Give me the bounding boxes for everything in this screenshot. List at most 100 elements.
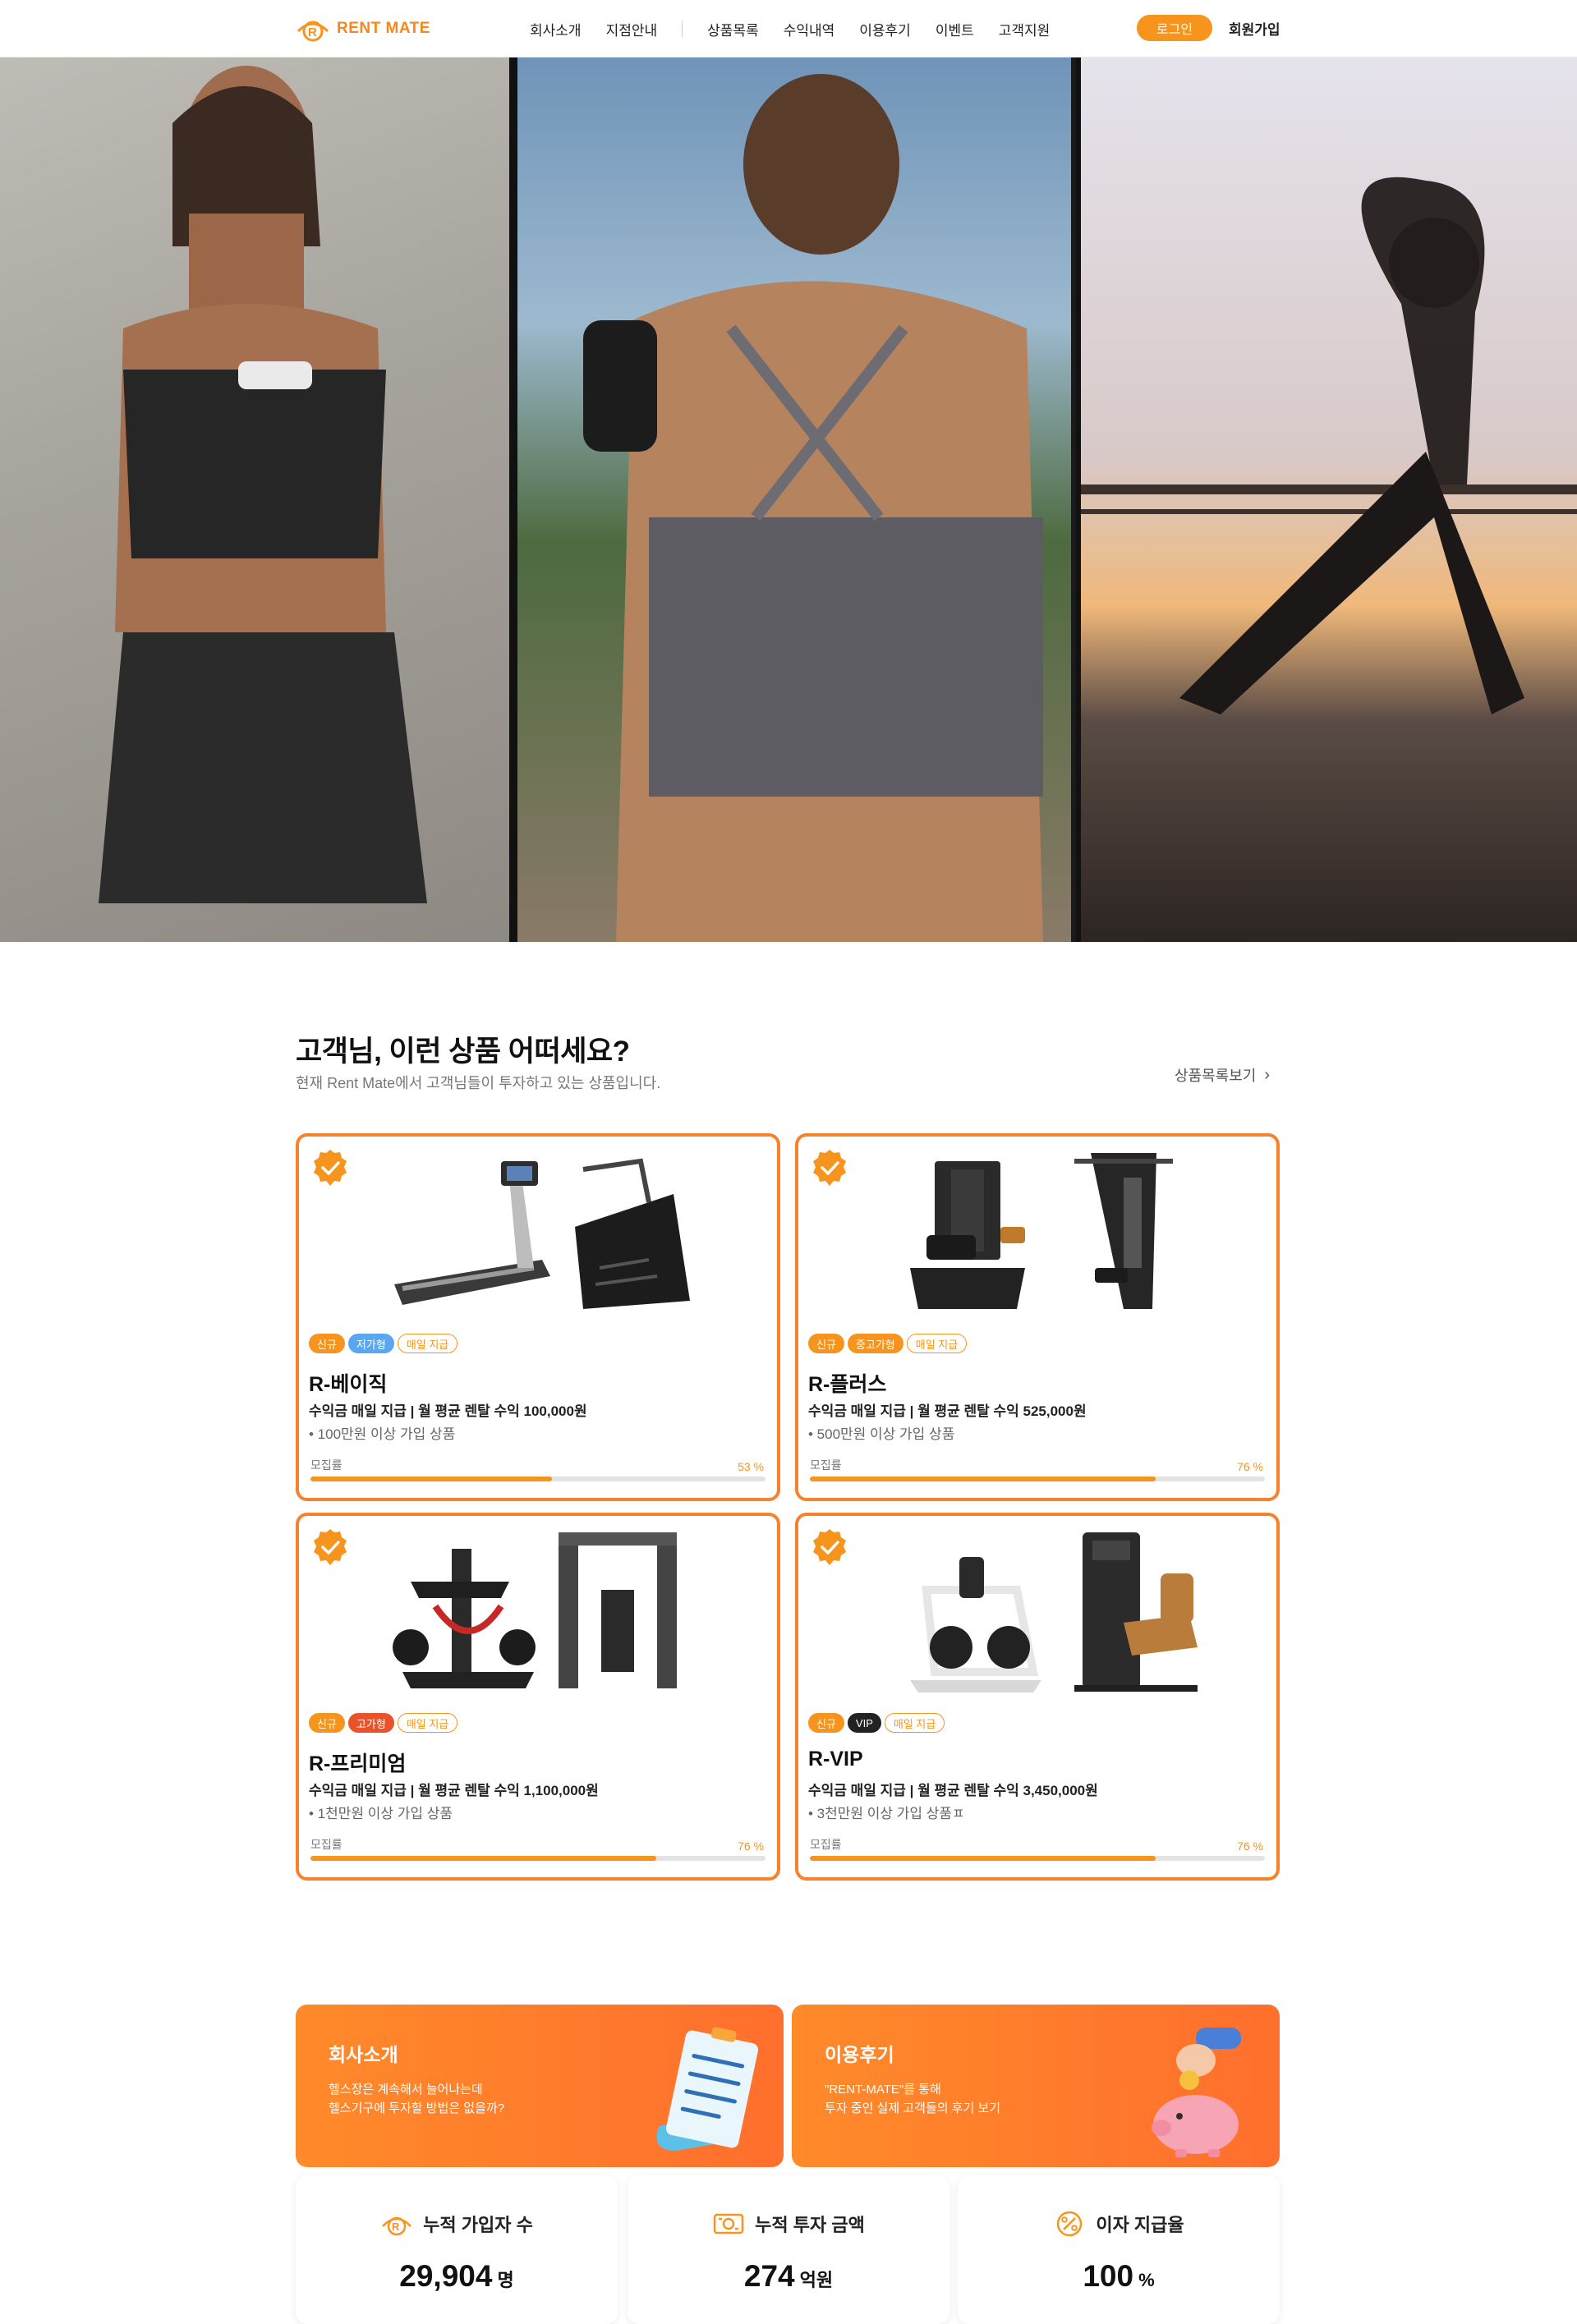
nav-products[interactable]: 상품목록	[707, 19, 759, 39]
hero-image-back	[517, 57, 1076, 942]
product-name: R-VIP	[808, 1748, 863, 1771]
recruit-rate-value: 76 %	[1237, 1839, 1263, 1853]
product-name: R-플러스	[808, 1373, 887, 1396]
stat-header: 이자 지급율	[958, 2210, 1280, 2238]
tag-new: 신규	[808, 1713, 844, 1733]
checklist-icon	[656, 2027, 759, 2151]
promo-reviews[interactable]: 이용후기 "RENT-MATE"를 통해 투자 중인 실제 고객들의 후기 보기	[792, 2005, 1280, 2167]
signup-link[interactable]: 회원가입	[1229, 18, 1280, 39]
stat-members: R 누적 가입자 수 29,904 명	[296, 2175, 618, 2324]
brand-name: RENT MATE	[337, 20, 430, 37]
product-card-premium[interactable]: 신규 고가형 매일 지급 R-프리미엄 수익금 매일 지급 | 월 평균 렌탈 …	[296, 1513, 780, 1881]
nav-events[interactable]: 이벤트	[936, 19, 974, 39]
product-card-basic[interactable]: 신규 저가형 매일 지급 R-베이직 수익금 매일 지급 | 월 평균 렌탈 수…	[296, 1133, 780, 1501]
money-icon	[713, 2213, 744, 2234]
promo-title: 이용후기	[825, 2044, 894, 2065]
check-badge-icon	[813, 1150, 846, 1186]
product-condition: • 500만원 이상 가입 상품	[808, 1426, 955, 1442]
stat-value: 274	[743, 2259, 795, 2293]
stat-value-row: 274 억원	[628, 2259, 949, 2294]
recruit-rate-label: 모집률	[810, 1838, 842, 1851]
product-name: R-베이직	[309, 1373, 388, 1396]
recruit-rate-value: 76 %	[1237, 1460, 1263, 1473]
site-header: R RENT MATE 회사소개 지점안내 상품목록 수익내역 이용후기 이벤트…	[0, 0, 1577, 57]
nav-branches[interactable]: 지점안내	[606, 19, 658, 39]
logo-mark-icon: R	[297, 21, 329, 42]
nav-divider	[682, 21, 683, 37]
stat-label: 이자 지급율	[1096, 2215, 1184, 2235]
tag-daily-payout: 매일 지급	[397, 1334, 458, 1353]
recruit-progress-fill	[810, 1856, 1156, 1861]
tag-type: 중고가형	[847, 1334, 903, 1353]
recruit-rate-label: 모집률	[810, 1458, 842, 1472]
promo-about[interactable]: 회사소개 헬스장은 계속해서 늘어나는데 헬스기구에 투자할 방법은 없을까?	[296, 2005, 784, 2167]
svg-text:R: R	[392, 2221, 400, 2233]
stat-unit: 명	[497, 2270, 514, 2290]
stat-value-row: 29,904 명	[296, 2259, 618, 2294]
tag-new: 신규	[309, 1713, 345, 1733]
check-badge-icon	[813, 1529, 846, 1565]
recruit-rate-label: 모집률	[310, 1838, 343, 1851]
recruit-rate-value: 76 %	[738, 1839, 764, 1853]
product-card-plus[interactable]: 신규 중고가형 매일 지급 R-플러스 수익금 매일 지급 | 월 평균 렌탈 …	[795, 1133, 1280, 1501]
recruit-progress-fill	[310, 1856, 657, 1861]
tag-daily-payout: 매일 지급	[906, 1334, 968, 1353]
products-title: 고객님, 이런 상품 어떠세요?	[296, 1036, 630, 1068]
product-condition: • 3천만원 이상 가입 상품ㅍ	[808, 1806, 965, 1821]
promo-line: 헬스장은 계속해서 늘어나는데	[329, 2083, 483, 2097]
product-description: 수익금 매일 지급 | 월 평균 렌탈 수익 1,100,000원	[309, 1783, 599, 1798]
chevron-right-icon: ›	[1264, 1065, 1271, 1084]
recruit-progress-bar	[310, 1856, 766, 1861]
stat-value: 29,904	[399, 2259, 493, 2293]
stat-header: 누적 투자 금액	[628, 2210, 949, 2238]
nav-about[interactable]: 회사소개	[530, 19, 582, 39]
product-card-vip[interactable]: 신규 VIP 매일 지급 R-VIP 수익금 매일 지급 | 월 평균 렌탈 수…	[795, 1513, 1280, 1881]
stat-value: 100	[1083, 2259, 1134, 2293]
tag-type: 저가형	[347, 1334, 394, 1353]
piggy-bank-icon	[1152, 2028, 1241, 2157]
product-description: 수익금 매일 지급 | 월 평균 렌탈 수익 525,000원	[808, 1403, 1087, 1419]
product-grid: 신규 저가형 매일 지급 R-베이직 수익금 매일 지급 | 월 평균 렌탈 수…	[296, 1133, 1280, 1881]
nav-support[interactable]: 고객지원	[999, 19, 1051, 39]
tag-new: 신규	[808, 1334, 844, 1353]
nav-reviews[interactable]: 이용후기	[859, 19, 911, 39]
svg-text:R: R	[308, 25, 317, 39]
product-description: 수익금 매일 지급 | 월 평균 렌탈 수익 100,000원	[309, 1403, 587, 1419]
stat-investment: 누적 투자 금액 274 억원	[628, 2175, 949, 2324]
check-badge-icon	[314, 1529, 347, 1565]
athlete-silhouette-3	[1081, 177, 1577, 714]
stat-header: R 누적 가입자 수	[296, 2210, 618, 2238]
recruit-progress-bar	[810, 1856, 1265, 1861]
product-list-link-label: 상품목록보기	[1175, 1068, 1257, 1084]
product-condition: • 100만원 이상 가입 상품	[309, 1426, 456, 1442]
tag-type: 고가형	[347, 1713, 394, 1733]
main-nav: 회사소개 지점안내 상품목록 수익내역 이용후기 이벤트 고객지원	[530, 18, 1074, 39]
athlete-silhouette-2	[583, 74, 1043, 942]
product-list-link[interactable]: 상품목록보기 ›	[1175, 1064, 1270, 1086]
chest-press-cable-crossover-image	[393, 1532, 677, 1688]
leg-extension-lat-pulldown-image	[910, 1153, 1173, 1309]
promo-line: "RENT-MATE"를 통해	[825, 2083, 941, 2097]
stat-unit: %	[1138, 2270, 1155, 2290]
treadmill-stair-climber-image	[394, 1158, 690, 1309]
recruit-rate-label: 모집률	[310, 1458, 343, 1472]
login-button[interactable]: 로그인	[1137, 15, 1212, 41]
nav-earnings[interactable]: 수익내역	[784, 19, 835, 39]
tag-type: VIP	[847, 1713, 881, 1733]
product-tags: 신규 중고가형 매일 지급	[808, 1334, 968, 1353]
users-icon: R	[382, 2216, 412, 2236]
promo-line: 투자 중인 실제 고객들의 후기 보기	[825, 2101, 1001, 2115]
row-machine-leg-curl-image	[910, 1532, 1198, 1692]
check-badge-icon	[314, 1150, 347, 1186]
hero-image-stretch	[1081, 57, 1577, 942]
stat-label: 누적 투자 금액	[755, 2215, 865, 2235]
recruit-progress-bar	[310, 1477, 766, 1481]
stat-unit: 억원	[799, 2270, 834, 2290]
stat-value-row: 100 %	[958, 2259, 1280, 2294]
product-condition: • 1천만원 이상 가입 상품	[309, 1806, 453, 1821]
hero-banner	[0, 57, 1577, 942]
brand-logo[interactable]: R RENT MATE	[296, 15, 430, 43]
product-tags: 신규 VIP 매일 지급	[808, 1713, 945, 1733]
recruit-progress-bar	[810, 1477, 1265, 1481]
hero-image-runner	[0, 57, 509, 942]
